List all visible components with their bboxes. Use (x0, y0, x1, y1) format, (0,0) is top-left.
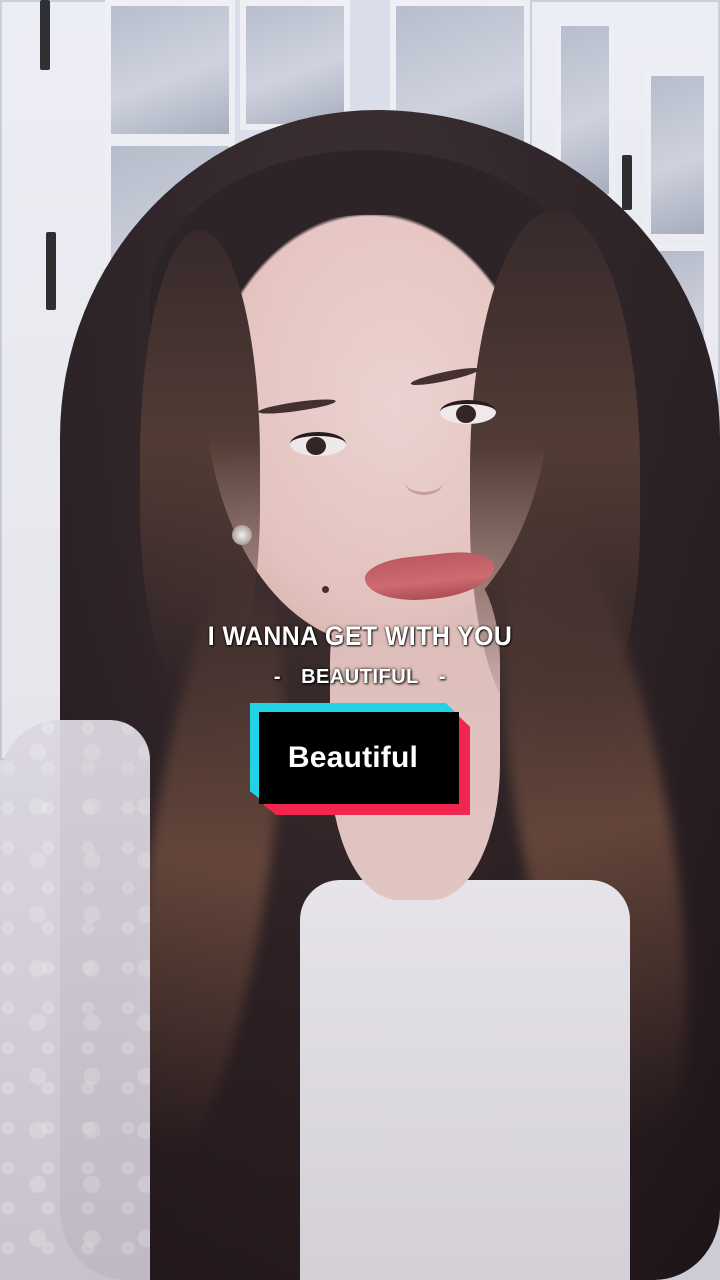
glitch-title-card: Beautiful (250, 703, 470, 815)
song-title-text: BEAUTIFUL (301, 666, 419, 688)
title-card-label: Beautiful (287, 741, 419, 774)
eye-right (440, 400, 496, 424)
dash-right: - (438, 666, 447, 688)
window-pane (645, 70, 710, 240)
video-frame[interactable]: I WANNA GET WITH YOU - BEAUTIFUL - Beautif… (0, 0, 720, 1280)
eye-left (290, 432, 346, 456)
lace-sleeve (0, 720, 150, 1280)
door-hinge (622, 155, 632, 210)
window-pane (105, 0, 235, 140)
beauty-mark (322, 586, 329, 593)
window-pane (240, 0, 350, 130)
white-top (300, 880, 630, 1280)
door-hinge (40, 0, 50, 70)
lyric-text: I WANNA GET WITH YOU (207, 621, 513, 651)
door-hinge (46, 232, 56, 310)
song-title-caption: - BEAUTIFUL - (0, 666, 720, 689)
hair-side-right (470, 210, 640, 730)
title-card-black-layer: Beautiful (259, 712, 459, 804)
dash-left: - (273, 666, 282, 688)
nose (405, 470, 443, 495)
earring (232, 525, 252, 545)
